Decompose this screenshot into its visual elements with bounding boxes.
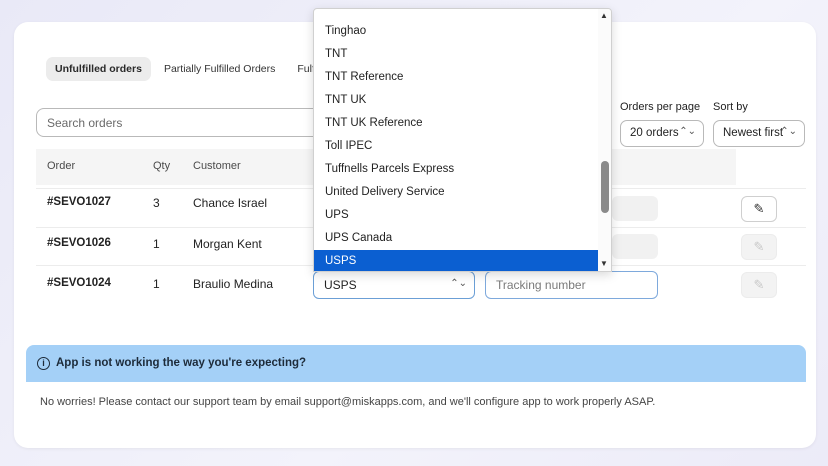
order-number[interactable]: #SEVO1024: [47, 277, 111, 289]
edit-button[interactable]: ✎: [741, 272, 777, 298]
sort-by-select[interactable]: Newest first ⌃⌄: [713, 120, 805, 147]
dropdown-option[interactable]: Tinghao: [314, 20, 600, 43]
edit-icon: ✎: [753, 201, 765, 216]
customer-name: Chance Israel: [193, 196, 268, 210]
customer-name: Morgan Kent: [193, 237, 262, 251]
sort-by-label: Sort by: [713, 101, 748, 113]
scroll-up-arrow[interactable]: ▲: [600, 11, 608, 20]
support-message: No worries! Please contact our support t…: [40, 396, 656, 408]
dropdown-option[interactable]: Toll IPEC: [314, 135, 600, 158]
tracking-placeholder-block: [612, 196, 658, 221]
dropdown-option[interactable]: TNT UK Reference: [314, 112, 600, 135]
dropdown-option[interactable]: United Delivery Service: [314, 181, 600, 204]
tab-bar: Unfulfilled orders Partially Fulfilled O…: [46, 57, 314, 81]
orders-per-page-value: 20 orders: [630, 127, 679, 139]
orders-per-page-label: Orders per page: [620, 101, 701, 113]
dropdown-option[interactable]: UPS Canada: [314, 227, 600, 250]
edit-icon: ✎: [753, 239, 765, 254]
dropdown-option[interactable]: TNT UK: [314, 89, 600, 112]
scroll-down-arrow[interactable]: ▼: [600, 259, 608, 268]
sort-by-value: Newest first: [723, 127, 784, 139]
customer-name: Braulio Medina: [193, 277, 274, 291]
orders-per-page-select[interactable]: 20 orders ⌃⌄: [620, 120, 704, 147]
carrier-dropdown-list[interactable]: Tinghao TNT TNT Reference TNT UK TNT UK …: [313, 8, 612, 272]
column-header-order: Order: [47, 160, 76, 172]
dropdown-option[interactable]: TNT Reference: [314, 66, 600, 89]
order-qty: 1: [153, 277, 160, 291]
order-qty: 1: [153, 237, 160, 251]
dropdown-option[interactable]: UPS: [314, 204, 600, 227]
chevron-updown-icon: ⌃⌄: [780, 126, 797, 137]
column-header-qty: Qty: [153, 160, 171, 172]
dropdown-option[interactable]: TNT: [314, 43, 600, 66]
column-header-customer: Customer: [193, 160, 241, 172]
edit-button[interactable]: ✎: [741, 234, 777, 260]
tab-fulfilled[interactable]: Fulfilled Orders: [288, 57, 314, 81]
edit-button[interactable]: ✎: [741, 196, 777, 222]
dropdown-option[interactable]: Tuffnells Parcels Express: [314, 158, 600, 181]
tab-unfulfilled[interactable]: Unfulfilled orders: [46, 57, 151, 81]
tab-partially-fulfilled[interactable]: Partially Fulfilled Orders: [155, 57, 284, 81]
dropdown-option-selected[interactable]: USPS: [314, 250, 600, 271]
banner-title: App is not working the way you're expect…: [56, 357, 307, 369]
carrier-select[interactable]: USPS ⌃⌄: [313, 271, 475, 299]
order-number[interactable]: #SEVO1026: [47, 237, 111, 249]
tracking-placeholder-block: [612, 234, 658, 259]
tracking-number-input[interactable]: Tracking number: [485, 271, 658, 299]
carrier-select-value: USPS: [324, 278, 357, 292]
order-number[interactable]: #SEVO1027: [47, 196, 111, 208]
order-qty: 3: [153, 196, 160, 210]
chevron-updown-icon: ⌃⌄: [450, 278, 467, 289]
dropdown-scrollbar[interactable]: ▲ ▼: [598, 9, 611, 271]
chevron-updown-icon: ⌃⌄: [679, 126, 696, 137]
scrollbar-thumb[interactable]: [601, 161, 609, 213]
search-input[interactable]: Search orders: [36, 108, 326, 137]
info-icon: i: [37, 357, 50, 370]
edit-icon: ✎: [753, 277, 765, 292]
